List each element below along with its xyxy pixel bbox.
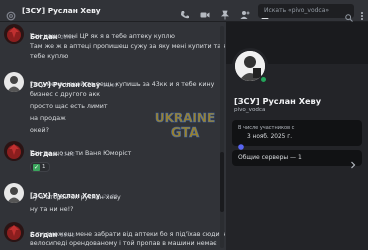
profile-panel: [ЗСУ] Руслан Хеву pivo_vodca В числе уча…: [226, 22, 368, 250]
at-sign-icon: [6, 6, 16, 20]
pin-icon[interactable]: [220, 5, 230, 20]
message-text: просто щас есть лимит: [30, 103, 108, 110]
message-text: ты у меня какой-то вещь купишь за 43кк и…: [30, 81, 215, 88]
conversation-title: [ЗСУ] Руслан Хеву: [22, 6, 101, 15]
video-icon[interactable]: [200, 5, 210, 18]
member-since-card: В числе участников с 3 нояб. 2025 г.: [232, 120, 362, 150]
online-status-indicator: [259, 75, 268, 84]
message-text: тебе куплю: [30, 53, 69, 60]
top-bar: [ЗСУ] Руслан Хеву Искать «pivo_vodca»: [0, 0, 368, 22]
avatar[interactable]: [4, 183, 24, 203]
message-list[interactable]: Богдан 23:00 Так нащо мені ЦР як я в тебе…: [0, 22, 225, 250]
message-text: Так ти що це ти Ваня Юморіст: [30, 150, 132, 157]
mutual-servers-button[interactable]: Общие серверы — 1: [232, 150, 362, 169]
message-text: окей?: [30, 127, 49, 134]
message-text: А ти зможеш мене забрати від аптеки бо я…: [30, 231, 225, 238]
scrollbar-track[interactable]: [220, 26, 224, 248]
avatar[interactable]: [4, 24, 24, 44]
member-since-date: 3 нояб. 2025 г.: [247, 134, 293, 140]
profile-username: pivo_vodca: [234, 107, 266, 113]
scrollbar-thumb[interactable]: [220, 152, 224, 212]
discord-logo-icon: [238, 135, 244, 150]
phone-icon[interactable]: [180, 5, 190, 19]
profile-name: [ЗСУ] Руслан Хеву: [234, 96, 322, 106]
reaction-count: 1: [42, 164, 46, 170]
message-text: велосипеді орендованому і той пропав в м…: [30, 240, 217, 247]
header-toolbar: [180, 5, 270, 20]
chevron-right-icon: [350, 154, 356, 169]
check-icon: ✓: [33, 163, 40, 171]
message-text: ну та ни не!?: [30, 206, 74, 213]
more-icon[interactable]: [358, 6, 366, 20]
avatar[interactable]: [4, 72, 24, 92]
message-text: Так нащо мені ЦР як я в тебе аптеку купл…: [30, 33, 175, 40]
avatar[interactable]: [4, 222, 24, 242]
avatar[interactable]: [4, 141, 24, 161]
message-text: на продаж: [30, 115, 66, 122]
reaction[interactable]: ✓ 1: [30, 162, 50, 172]
search-icon: [345, 7, 353, 22]
member-since-label: В числе участников с: [238, 125, 295, 131]
search-input[interactable]: Искать «pivo_vodca»: [258, 4, 354, 18]
mutual-servers-label: Общие серверы — 1: [238, 154, 302, 161]
message-text: ну а второй ак руслан хеву: [30, 194, 121, 201]
add-friend-icon[interactable]: [240, 5, 250, 19]
message-text: Там же ж в аптеці пропишеш сужу за яку м…: [30, 43, 225, 50]
message-text: бизнес с другого акк: [30, 91, 101, 98]
